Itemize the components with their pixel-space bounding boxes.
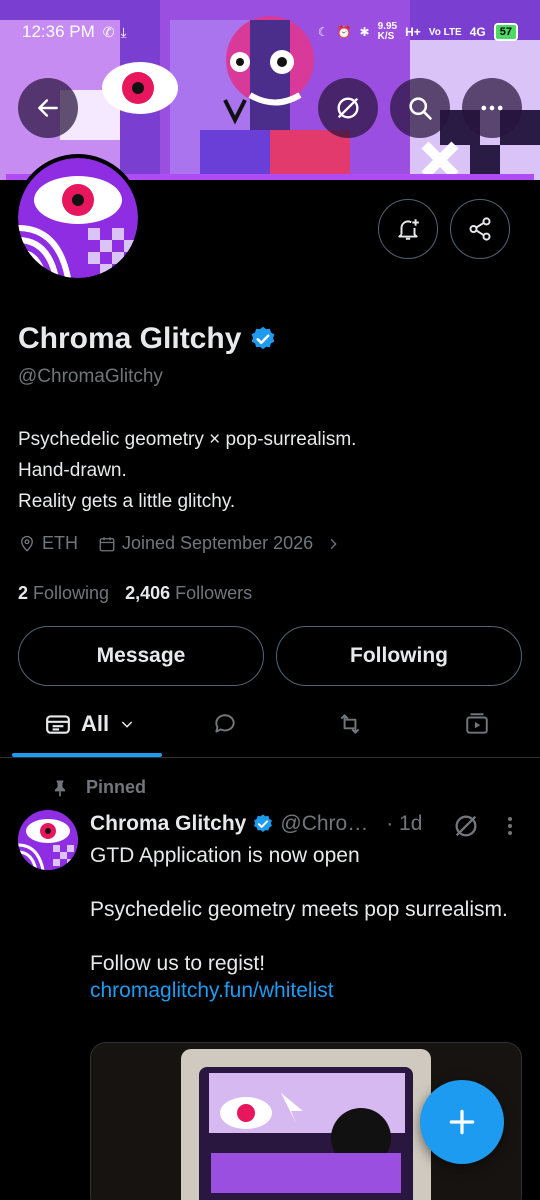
download-icon: ⤓ xyxy=(120,23,127,40)
battery-icon: 57 xyxy=(493,23,518,41)
profile-handle: @ChromaGlitchy xyxy=(18,366,163,387)
feed-icon xyxy=(46,715,70,734)
tab-media[interactable] xyxy=(452,696,502,752)
profile-location: ETH xyxy=(42,533,78,553)
bell-plus-icon xyxy=(398,219,419,240)
arrow-left-icon xyxy=(38,99,58,117)
net-type-volte: Vo LTE xyxy=(428,26,462,38)
post-line: Psychedelic geometry meets pop surrealis… xyxy=(90,898,508,921)
profile-bio: Psychedelic geometry × pop-surrealism. H… xyxy=(18,424,356,517)
verified-badge-icon xyxy=(254,814,273,832)
calendar-icon xyxy=(99,536,115,551)
profile-avatar[interactable] xyxy=(14,154,142,282)
following-count: 2 xyxy=(18,583,29,603)
grok-button[interactable] xyxy=(318,78,378,138)
status-indicators: ☾ ⏰ ✱ 9.95 K/S H+ Vo LTE 4G 57 xyxy=(318,22,518,42)
profile-name-row: Chroma Glitchy xyxy=(18,322,277,356)
post-link[interactable]: chromaglitchy.fun/whitelist xyxy=(90,977,510,1004)
bio-line: Reality gets a little glitchy. xyxy=(18,491,236,512)
post-author-avatar[interactable] xyxy=(18,810,78,870)
message-button[interactable]: Message xyxy=(18,626,264,686)
tabs-divider xyxy=(0,757,540,758)
tab-replies[interactable] xyxy=(200,696,250,752)
post-body[interactable]: GTD Application is now open Psychedelic … xyxy=(90,842,510,1004)
media-icon xyxy=(466,713,488,734)
search-icon xyxy=(409,97,432,120)
notify-button[interactable] xyxy=(378,199,438,259)
tab-reposts[interactable] xyxy=(325,696,375,752)
status-time: 12:36 PM xyxy=(22,22,95,41)
post-header: Chroma Glitchy @Chro… · 1d xyxy=(90,812,422,836)
post-avatar-artwork xyxy=(18,810,78,870)
alarm-icon: ⏰ xyxy=(336,25,352,39)
post-line: Follow us to regist! xyxy=(90,952,266,975)
profile-name: Chroma Glitchy xyxy=(18,322,242,355)
pinned-indicator: Pinned xyxy=(50,777,146,798)
post-time: · 1d xyxy=(386,812,423,835)
share-icon xyxy=(469,217,491,241)
verified-badge-icon[interactable] xyxy=(249,325,277,353)
bluetooth-icon: ✱ xyxy=(359,25,370,39)
moon-icon: ☾ xyxy=(317,25,329,39)
followers-label: Followers xyxy=(175,583,253,603)
grok-icon xyxy=(337,97,359,119)
more-vertical-icon[interactable] xyxy=(500,814,520,838)
following-button[interactable]: Following xyxy=(276,626,522,686)
pin-icon xyxy=(55,780,65,796)
post-line: GTD Application is now open xyxy=(90,844,360,867)
profile-meta: ETH Joined September 2026 xyxy=(18,533,341,554)
post-author-handle: @Chro… xyxy=(280,812,369,835)
bio-line: Psychedelic geometry × pop-surrealism. xyxy=(18,429,357,450)
plus-icon xyxy=(449,1109,475,1135)
location-pin-icon xyxy=(21,535,33,552)
profile-joined: Joined September 2026 xyxy=(122,533,314,553)
followers-link[interactable]: 2,406 Followers xyxy=(125,583,252,604)
follow-counts: 2 Following 2,406 Followers xyxy=(18,583,252,604)
chevron-down-icon xyxy=(121,721,133,728)
following-label: Following xyxy=(33,583,110,603)
more-horizontal-icon xyxy=(481,105,503,111)
tab-all[interactable]: All xyxy=(30,696,150,752)
status-bar: 12:36 PM ✆ ⤓ ☾ ⏰ ✱ 9.95 K/S H+ Vo LTE 4G… xyxy=(0,0,540,64)
more-button[interactable] xyxy=(462,78,522,138)
net-type-h: H+ xyxy=(405,25,421,39)
compose-post-button[interactable] xyxy=(420,1080,504,1164)
net-speed-unit: K/S xyxy=(377,31,395,42)
net-type-4g: 4G xyxy=(469,25,486,39)
bio-line: Hand-drawn. xyxy=(18,460,127,481)
chevron-right-icon[interactable] xyxy=(325,536,341,552)
tab-all-label: All xyxy=(80,711,110,736)
whatsapp-icon: ✆ xyxy=(102,23,115,40)
grok-icon[interactable] xyxy=(452,812,480,840)
avatar-artwork xyxy=(18,158,138,278)
search-button[interactable] xyxy=(390,78,450,138)
net-speed: 9.95 K/S xyxy=(378,22,397,42)
repost-icon xyxy=(340,714,360,734)
profile-tabs: All xyxy=(0,696,540,756)
pinned-label: Pinned xyxy=(86,777,147,797)
following-link[interactable]: 2 Following xyxy=(18,583,109,604)
followers-count: 2,406 xyxy=(125,583,171,603)
post-author-name[interactable]: Chroma Glitchy xyxy=(90,812,246,836)
back-button[interactable] xyxy=(18,78,78,138)
share-button[interactable] xyxy=(450,199,510,259)
reply-bubble-icon xyxy=(215,714,235,733)
